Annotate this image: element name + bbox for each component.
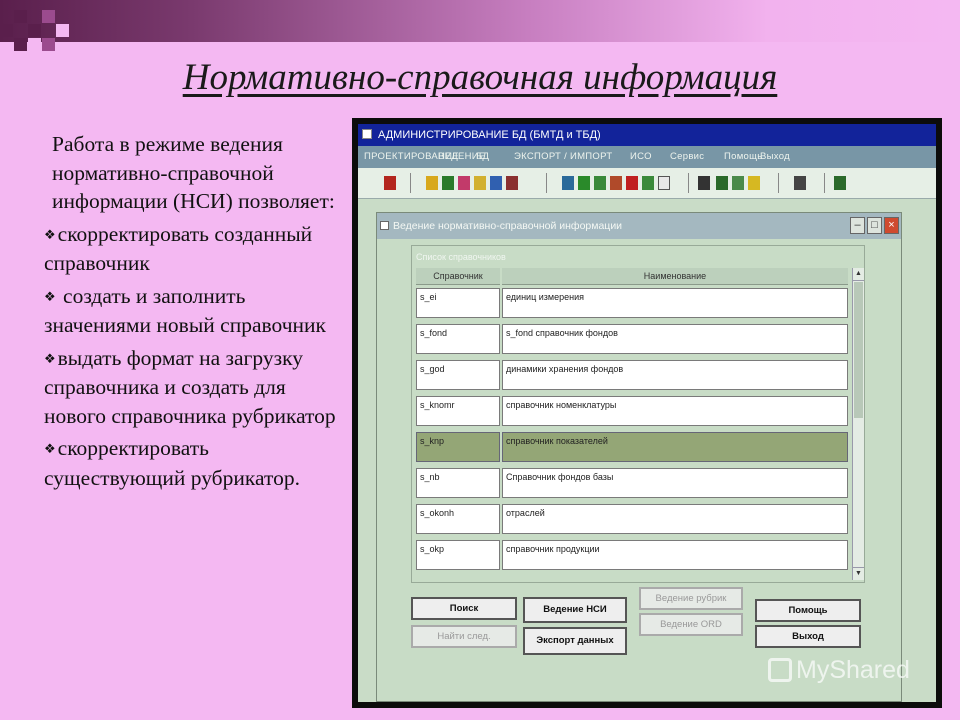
column-header-code[interactable]: Справочник <box>416 268 500 285</box>
presentation-icon <box>768 658 792 682</box>
table-row[interactable]: s_fond s_fond справочник фондов <box>416 324 848 356</box>
tool-icon[interactable] <box>426 176 438 190</box>
menu-item-db[interactable]: БД <box>476 146 489 168</box>
menu-item-iso[interactable]: ИСО <box>630 146 652 168</box>
scroll-up-icon[interactable]: ▲ <box>853 268 864 281</box>
find-next-button[interactable]: Найти след. <box>411 625 517 648</box>
tool-icon[interactable] <box>716 176 728 190</box>
vertical-scrollbar[interactable]: ▲ ▼ <box>852 268 864 580</box>
help-button[interactable]: Помощь <box>755 599 861 622</box>
bullet-marker-icon: ❖ <box>44 288 56 304</box>
exit-icon[interactable] <box>834 176 846 190</box>
dictionary-list-group: Список справочников Справочник Наименова… <box>411 245 865 583</box>
tool-icon[interactable] <box>490 176 502 190</box>
slide-title: Нормативно-справочная информация <box>182 57 778 98</box>
app-screenshot: АДМИНИСТРИРОВАНИЕ БД (БМТД и ТБД) ПРОЕКТ… <box>352 118 942 708</box>
search-button[interactable]: Поиск <box>411 597 517 620</box>
tool-icon[interactable] <box>748 176 760 190</box>
table-row[interactable]: s_god динамики хранения фондов <box>416 360 848 392</box>
tool-icon[interactable] <box>442 176 454 190</box>
toolbar <box>358 168 936 199</box>
bullet-marker-icon: ❖ <box>44 441 56 456</box>
tool-icon[interactable] <box>626 176 638 190</box>
tool-icon[interactable] <box>732 176 744 190</box>
intro-text: Работа в режиме ведения нормативно-справ… <box>52 132 335 213</box>
maintain-ord-button[interactable]: Ведение ORD <box>639 613 743 636</box>
tool-icon[interactable] <box>642 176 654 190</box>
watermark-logo: MyShared <box>768 656 910 685</box>
menu-bar: ПРОЕКТИРОВАНИЕ ВЕДЕНИЕ БД ЭКСПОРТ / ИМПО… <box>358 146 936 168</box>
menu-item-help[interactable]: Помощь <box>724 146 763 168</box>
app-title-bar: АДМИНИСТРИРОВАНИЕ БД (БМТД и ТБД) <box>358 124 936 146</box>
dialog-title-bar: Ведение нормативно-справочной информации… <box>377 213 901 239</box>
menu-item-export-import[interactable]: ЭКСПОРТ / ИМПОРТ <box>514 146 612 168</box>
tool-icon[interactable] <box>698 176 710 190</box>
slide-body: Работа в режиме ведения нормативно-справ… <box>44 130 344 496</box>
export-data-button[interactable]: Экспорт данных <box>523 627 627 655</box>
tool-icon[interactable] <box>562 176 574 190</box>
minimize-icon[interactable]: – <box>850 217 865 234</box>
bullet-item: ❖скорректировать созданный справочник <box>44 221 313 276</box>
scroll-thumb[interactable] <box>854 282 863 418</box>
bullet-item: ❖выдать формат на загрузку справочника и… <box>44 345 336 428</box>
tool-icon[interactable] <box>384 176 396 190</box>
tool-icon[interactable] <box>578 176 590 190</box>
window-icon <box>362 129 372 139</box>
nsi-dialog: Ведение нормативно-справочной информации… <box>376 212 902 702</box>
table-row-selected[interactable]: s_knp справочник показателей <box>416 432 848 464</box>
decorative-top-band <box>0 0 960 42</box>
tool-icon[interactable] <box>610 176 622 190</box>
bullet-marker-icon: ❖ <box>44 350 56 366</box>
tool-icon[interactable] <box>474 176 486 190</box>
column-header-name[interactable]: Наименование <box>502 268 848 285</box>
bullet-marker-icon: ❖ <box>44 226 56 242</box>
table-row[interactable]: s_okonh отраслей <box>416 504 848 536</box>
help-icon[interactable] <box>794 176 806 190</box>
table-row[interactable]: s_nb Справочник фондов базы <box>416 468 848 500</box>
tool-icon[interactable] <box>506 176 518 190</box>
menu-item-exit[interactable]: Выход <box>760 146 790 168</box>
exit-button[interactable]: Выход <box>755 625 861 648</box>
menu-item-service[interactable]: Сервис <box>670 146 704 168</box>
bullet-item: ❖ создать и заполнить значениями новый с… <box>44 283 326 338</box>
maintain-rubrics-button[interactable]: Ведение рубрик <box>639 587 743 610</box>
tool-icon[interactable] <box>594 176 606 190</box>
window-icon <box>380 221 389 230</box>
scroll-down-icon[interactable]: ▼ <box>853 567 864 580</box>
group-label: Список справочников <box>416 252 506 262</box>
tool-icon[interactable] <box>658 176 670 190</box>
tool-icon[interactable] <box>458 176 470 190</box>
maximize-icon[interactable]: □ <box>867 217 882 234</box>
maintain-nsi-button[interactable]: Ведение НСИ <box>523 597 627 623</box>
table-row[interactable]: s_ei единиц измерения <box>416 288 848 320</box>
close-icon[interactable]: × <box>884 217 899 234</box>
table-row[interactable]: s_knomr справочник номенклатуры <box>416 396 848 428</box>
bullet-item: ❖скорректировать существующий рубрикатор… <box>44 436 300 490</box>
table-row[interactable]: s_okp справочник продукции <box>416 540 848 572</box>
